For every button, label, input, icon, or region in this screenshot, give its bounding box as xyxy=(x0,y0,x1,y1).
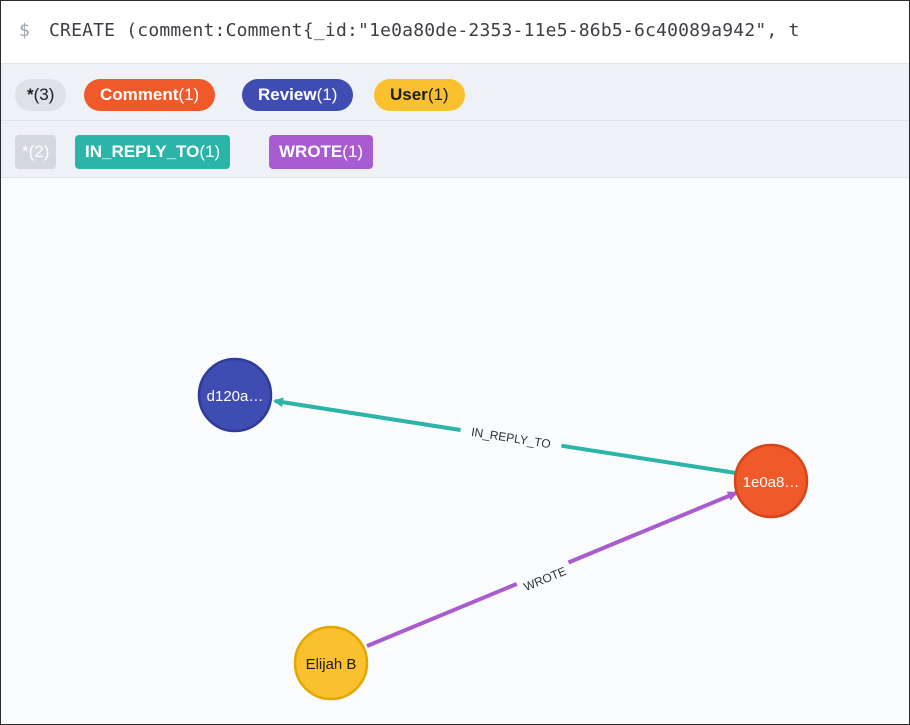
node-user[interactable]: Elijah B xyxy=(293,625,369,701)
label-pill-name: Comment xyxy=(100,85,179,104)
rel-tag-name: WROTE xyxy=(279,142,343,161)
rel-tag-name: IN_REPLY_TO xyxy=(85,142,200,161)
graph-canvas[interactable]: IN_REPLY_TO WROTE d120a… 1e0a8… Elijah B xyxy=(1,178,909,724)
rel-tag-name: * xyxy=(22,142,29,161)
label-pill-all[interactable]: *(3) xyxy=(15,79,67,111)
relationship-types-bar: *(2) IN_REPLY_TO(1) WROTE(1) xyxy=(1,121,909,178)
label-pill-count: (1) xyxy=(316,85,338,104)
relationship-wrote[interactable]: WROTE xyxy=(366,491,738,648)
label-pill-name: Review xyxy=(258,85,317,104)
query-prompt: $ xyxy=(19,20,30,41)
rel-tag-wrote[interactable]: WROTE(1) xyxy=(269,135,374,169)
node-labels-bar: *(3) Comment(1) Review(1) User(1) xyxy=(1,64,909,121)
comment-node-caption: 1e0a8… xyxy=(743,474,800,491)
rel-tag-count: (2) xyxy=(28,142,50,161)
relationship-in-reply-to[interactable]: IN_REPLY_TO xyxy=(273,397,737,475)
label-pill-count: (1) xyxy=(178,85,200,104)
label-pill-user[interactable]: User(1) xyxy=(374,79,465,111)
graph-svg[interactable]: IN_REPLY_TO WROTE d120a… 1e0a8… Elijah B xyxy=(1,178,909,724)
rel-tag-in-reply-to[interactable]: IN_REPLY_TO(1) xyxy=(75,135,231,169)
rel-tag-count: (1) xyxy=(342,142,364,161)
query-text[interactable]: CREATE (comment:Comment{_id:"1e0a80de-23… xyxy=(49,20,800,41)
node-review[interactable]: d120a… xyxy=(197,357,273,433)
label-pill-name: User xyxy=(390,85,428,104)
query-bar[interactable]: $ CREATE (comment:Comment{_id:"1e0a80de-… xyxy=(1,1,909,64)
label-pill-comment[interactable]: Comment(1) xyxy=(84,79,216,111)
label-pill-count: (1) xyxy=(427,85,449,104)
user-node-caption: Elijah B xyxy=(306,656,357,673)
label-pill-name: * xyxy=(27,85,34,104)
rel-tag-count: (1) xyxy=(199,142,221,161)
rel-tag-all[interactable]: *(2) xyxy=(15,135,57,169)
query-result-frame: $ CREATE (comment:Comment{_id:"1e0a80de-… xyxy=(0,0,910,725)
review-node-caption: d120a… xyxy=(207,388,264,405)
node-comment[interactable]: 1e0a8… xyxy=(733,443,809,519)
label-pill-review[interactable]: Review(1) xyxy=(242,79,354,111)
label-pill-count: (3) xyxy=(33,85,55,104)
